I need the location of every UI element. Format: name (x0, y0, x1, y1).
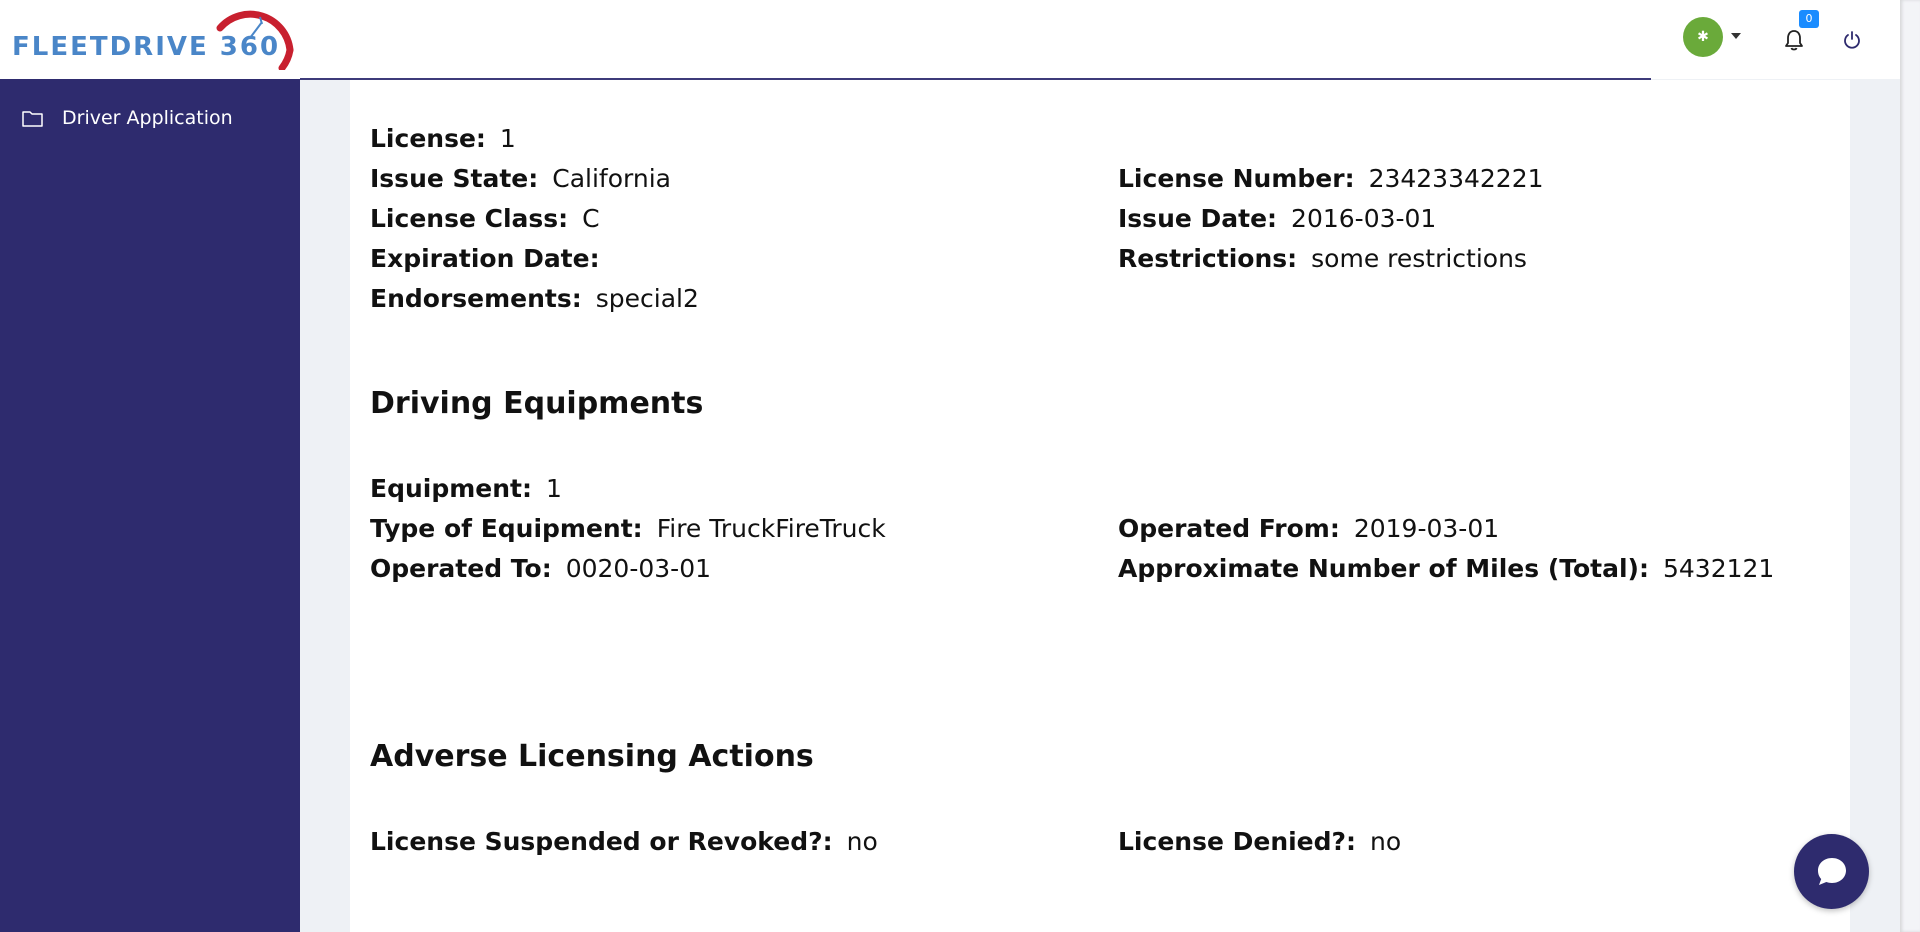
chat-widget-button[interactable] (1794, 834, 1869, 909)
issue-date-field: Issue Date: 2016-03-01 (1118, 204, 1437, 233)
operated-to-field: Operated To: 0020-03-01 (370, 554, 712, 583)
scrollbar[interactable] (1900, 0, 1920, 932)
power-icon[interactable] (1842, 30, 1862, 50)
restrictions-field: Restrictions: some restrictions (1118, 244, 1527, 273)
fleetdrive-logo[interactable]: FLEETDRIVE 360 (10, 10, 295, 70)
notification-count-badge: 0 (1799, 10, 1819, 28)
endorsements-field: Endorsements: special2 (370, 284, 699, 313)
license-class-field: License Class: C (370, 204, 600, 233)
folder-icon (22, 110, 43, 127)
equipment-title: Equipment: 1 (370, 474, 562, 503)
issue-state-field: Issue State: California (370, 164, 671, 193)
adverse-licensing-actions-heading: Adverse Licensing Actions (370, 739, 814, 774)
license-suspended-field: License Suspended or Revoked?: no (370, 827, 878, 856)
user-avatar[interactable]: ✱ (1683, 17, 1723, 57)
logo-text: FLEETDRIVE 360 (12, 32, 281, 62)
license-denied-field: License Denied?: no (1118, 827, 1402, 856)
license-number-field: License Number: 23423342221 (1118, 164, 1544, 193)
chevron-down-icon[interactable] (1731, 33, 1741, 39)
chat-bubble-icon (1818, 858, 1846, 885)
sidebar: Driver Application (0, 79, 300, 932)
expiration-date-field: Expiration Date: (370, 244, 600, 273)
sidebar-item-label: Driver Application (62, 107, 233, 129)
bell-icon[interactable] (1783, 28, 1805, 52)
sidebar-item-driver-application[interactable]: Driver Application (22, 107, 233, 129)
driving-equipments-heading: Driving Equipments (370, 386, 704, 421)
approximate-miles-field: Approximate Number of Miles (Total): 5432… (1118, 554, 1775, 583)
top-header: FLEETDRIVE 360 ✱ 0 (0, 0, 1900, 79)
operated-from-field: Operated From: 2019-03-01 (1118, 514, 1500, 543)
license-title: License: 1 (370, 124, 516, 153)
equipment-type-field: Type of Equipment: Fire TruckFireTruck (370, 514, 886, 543)
